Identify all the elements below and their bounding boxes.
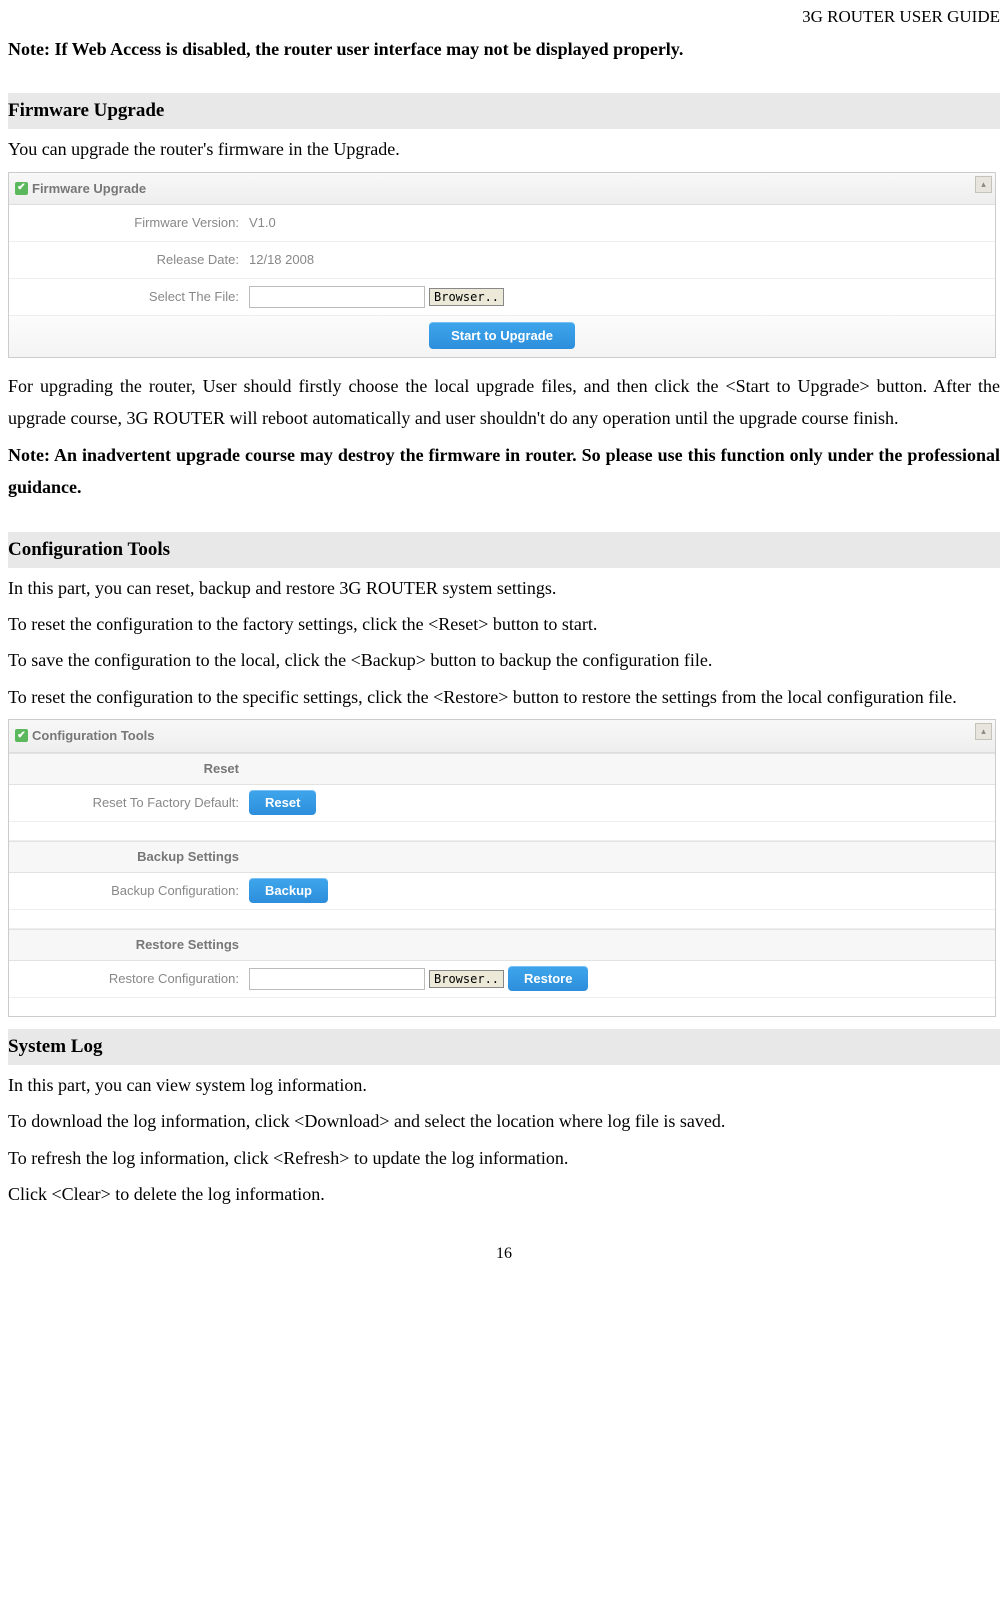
firmware-intro: You can upgrade the router's firmware in… xyxy=(8,133,1000,165)
select-file-input[interactable] xyxy=(249,286,425,308)
section-heading-syslog: System Log xyxy=(8,1029,1000,1065)
check-icon: ✔ xyxy=(15,729,28,742)
release-date-label: Release Date: xyxy=(9,248,249,271)
restore-subheading: Restore Settings xyxy=(9,933,249,956)
reset-label: Reset To Factory Default: xyxy=(9,791,249,814)
reset-button[interactable]: Reset xyxy=(249,790,316,815)
scroll-up-icon: ▴ xyxy=(975,176,992,193)
page-number: 16 xyxy=(8,1240,1000,1269)
restore-button[interactable]: Restore xyxy=(508,966,588,991)
backup-subheading: Backup Settings xyxy=(9,845,249,868)
restore-file-input[interactable] xyxy=(249,968,425,990)
config-p4: To reset the configuration to the specif… xyxy=(8,681,1000,713)
syslog-p2: To download the log information, click <… xyxy=(8,1105,1000,1137)
firmware-panel: ▴ ✔ Firmware Upgrade Firmware Version: V… xyxy=(8,172,996,358)
reset-subheading: Reset xyxy=(9,757,249,780)
firmware-version-label: Firmware Version: xyxy=(9,211,249,234)
select-file-label: Select The File: xyxy=(9,285,249,308)
section-heading-firmware: Firmware Upgrade xyxy=(8,93,1000,129)
syslog-p3: To refresh the log information, click <R… xyxy=(8,1142,1000,1174)
restore-label: Restore Configuration: xyxy=(9,967,249,990)
backup-label: Backup Configuration: xyxy=(9,879,249,902)
config-p2: To reset the configuration to the factor… xyxy=(8,608,1000,640)
config-p3: To save the configuration to the local, … xyxy=(8,644,1000,676)
release-date-value: 12/18 2008 xyxy=(249,244,995,275)
firmware-warning: Note: An inadvertent upgrade course may … xyxy=(8,439,1000,504)
check-icon: ✔ xyxy=(15,182,28,195)
firmware-paragraph: For upgrading the router, User should fi… xyxy=(8,370,1000,435)
firmware-version-value: V1.0 xyxy=(249,207,995,238)
scroll-up-icon: ▴ xyxy=(975,723,992,740)
firmware-panel-title: ✔ Firmware Upgrade xyxy=(9,173,995,205)
start-upgrade-button[interactable]: Start to Upgrade xyxy=(429,322,575,349)
config-p1: In this part, you can reset, backup and … xyxy=(8,572,1000,604)
browse-button-restore[interactable]: Browser.. xyxy=(429,970,504,988)
config-panel-title-text: Configuration Tools xyxy=(32,724,155,747)
note-web-access: Note: If Web Access is disabled, the rou… xyxy=(8,33,1000,65)
firmware-panel-title-text: Firmware Upgrade xyxy=(32,177,146,200)
section-heading-config: Configuration Tools xyxy=(8,532,1000,568)
config-panel: ▴ ✔ Configuration Tools Reset Reset To F… xyxy=(8,719,996,1016)
syslog-p1: In this part, you can view system log in… xyxy=(8,1069,1000,1101)
header-right: 3G ROUTER USER GUIDE xyxy=(8,0,1000,33)
syslog-p4: Click <Clear> to delete the log informat… xyxy=(8,1178,1000,1210)
browse-button-firmware[interactable]: Browser.. xyxy=(429,288,504,306)
config-panel-title: ✔ Configuration Tools xyxy=(9,720,995,752)
backup-button[interactable]: Backup xyxy=(249,878,328,903)
